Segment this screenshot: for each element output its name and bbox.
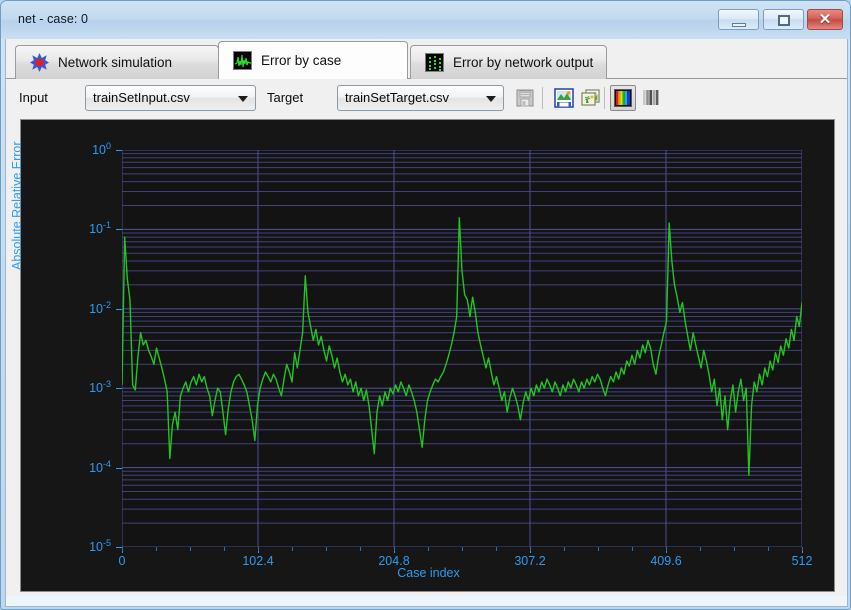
target-label: Target — [267, 90, 304, 105]
chart-x-minor-tick — [768, 547, 769, 551]
chart-x-minor-tick — [734, 547, 735, 551]
chevron-down-icon — [238, 96, 248, 102]
chevron-down-icon — [486, 96, 496, 102]
input-label: Input — [19, 90, 48, 105]
chart-y-tick-mark — [116, 229, 122, 231]
chart-x-tick-label: 0 — [118, 554, 126, 568]
chart-x-minor-tick — [802, 547, 803, 551]
chart-y-tick-mark — [116, 467, 122, 469]
chart-x-minor-tick — [292, 547, 293, 551]
tab-error-by-network-output-label: Error by network output — [453, 55, 594, 70]
chart-x-minor-tick — [564, 547, 565, 551]
chart-x-tick-label: 102.4 — [242, 554, 274, 568]
tab-strip: Network simulation Error by case Error b… — [6, 39, 847, 79]
chart-y-tick-label: 10-5 — [89, 538, 111, 555]
chart-y-axis-label: Absolute Relative Error — [10, 141, 24, 270]
picture-copy-icon — [581, 89, 600, 106]
chart-x-tick-label: 409.6 — [650, 554, 682, 568]
status-bar — [6, 596, 847, 606]
chart-x-minor-tick — [462, 547, 463, 551]
minimize-icon — [731, 23, 746, 27]
waveform-screen-icon — [233, 51, 252, 70]
chart-y-tick-label: 10-1 — [89, 220, 111, 237]
save-image-button[interactable] — [551, 85, 577, 111]
chart-x-tick-label: 512 — [791, 554, 813, 568]
chart-x-tick-label: 307.2 — [514, 554, 546, 568]
chart-x-minor-tick — [632, 547, 633, 551]
target-select[interactable]: trainSetTarget.csv — [337, 85, 504, 111]
color-plot-button[interactable] — [610, 85, 636, 111]
input-select-value: trainSetInput.csv — [93, 90, 190, 105]
tab-network-simulation[interactable]: Network simulation — [15, 45, 219, 79]
chart-x-minor-tick — [190, 547, 191, 551]
gray-bars-icon — [643, 90, 659, 105]
target-select-value: trainSetTarget.csv — [345, 90, 450, 105]
chart-y-tick-label: 10-2 — [89, 299, 111, 316]
tab-error-by-case-label: Error by case — [261, 53, 342, 68]
tab-error-by-case[interactable]: Error by case — [218, 41, 408, 79]
close-button[interactable]: ✕ — [807, 9, 843, 30]
maximize-icon — [777, 15, 790, 26]
title-bar: net - case: 0 ✕ — [1, 1, 850, 39]
chart-x-minor-tick — [224, 547, 225, 551]
chart-x-minor-tick — [258, 547, 259, 551]
chart-plot-area — [122, 150, 802, 547]
copy-image-button[interactable] — [578, 85, 604, 111]
toolbar: Input trainSetInput.csv Target trainSetT… — [6, 79, 847, 117]
chart-y-tick-label: 100 — [92, 141, 111, 158]
chart-x-minor-tick — [394, 547, 395, 551]
input-select[interactable]: trainSetInput.csv — [85, 85, 256, 111]
chart-y-tick-label: 10-4 — [89, 458, 111, 475]
error-by-case-chart: Absolute Relative Error Case index 10-5 1… — [10, 119, 835, 592]
chart-x-minor-tick — [496, 547, 497, 551]
gray-plot-button[interactable] — [638, 85, 664, 111]
dotted-screen-icon — [425, 53, 444, 72]
chart-x-minor-tick — [122, 547, 123, 551]
chart-x-minor-tick — [360, 547, 361, 551]
tab-error-by-network-output[interactable]: Error by network output — [410, 45, 607, 79]
chart-y-tick-mark — [116, 388, 122, 390]
chart-x-minor-tick — [598, 547, 599, 551]
application-window: net - case: 0 ✕ Network simulation Error… — [0, 0, 851, 610]
chart-x-tick-label: 204.8 — [378, 554, 410, 568]
chart-y-tick-mark — [116, 150, 122, 151]
tab-network-simulation-label: Network simulation — [58, 55, 173, 70]
chart-x-minor-tick — [156, 547, 157, 551]
chart-x-minor-tick — [530, 547, 531, 551]
chart-canvas — [122, 150, 802, 547]
maximize-button[interactable] — [763, 9, 804, 30]
chart-x-minor-tick — [700, 547, 701, 551]
toolbar-separator — [542, 87, 543, 109]
chart-y-tick-label: 10-3 — [89, 379, 111, 396]
chart-y-tick-mark — [116, 308, 122, 310]
client-area: Network simulation Error by case Error b… — [5, 39, 848, 607]
close-icon: ✕ — [818, 11, 832, 28]
network-burst-icon — [30, 53, 49, 72]
floppy-disk-icon — [516, 89, 534, 107]
window-title: net - case: 0 — [18, 12, 89, 26]
picture-save-icon — [554, 88, 574, 108]
color-bars-icon — [614, 89, 632, 107]
toolbar-separator — [604, 87, 605, 109]
chart-x-minor-tick — [326, 547, 327, 551]
chart-x-axis-label: Case index — [397, 566, 460, 580]
save-button[interactable] — [512, 85, 538, 111]
chart-x-minor-tick — [428, 547, 429, 551]
minimize-button[interactable] — [718, 9, 759, 30]
chart-x-minor-tick — [666, 547, 667, 551]
